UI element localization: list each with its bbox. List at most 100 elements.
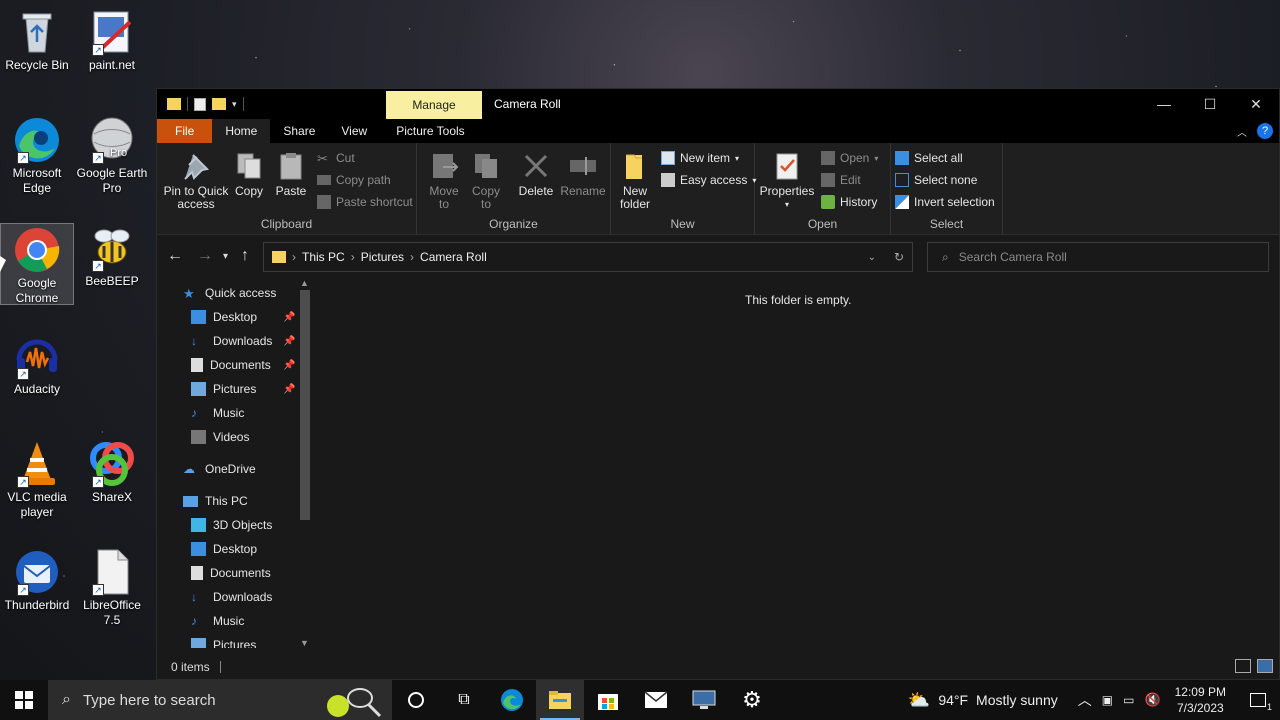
network-icon[interactable]: ▭ [1123, 693, 1134, 707]
recent-locations-chevron-icon[interactable]: ▾ [223, 251, 228, 262]
nav-scrollbar[interactable]: ▲ ▼ [298, 278, 312, 648]
breadcrumb-this-pc[interactable]: This PC [302, 250, 345, 264]
nav-item-pictures[interactable]: Pictures [191, 382, 256, 396]
weather-widget[interactable]: ⛅ 94°F Mostly sunny [908, 690, 1058, 711]
taskbar-microsoft-store[interactable] [584, 680, 632, 720]
tab-file[interactable]: File [157, 119, 213, 143]
desktop-icon-google-chrome[interactable]: Google Chrome [0, 223, 74, 305]
help-icon[interactable]: ? [1257, 123, 1273, 139]
scroll-up-icon[interactable]: ▲ [300, 278, 309, 288]
history-button[interactable]: History [821, 195, 877, 209]
nav-item-pc-desktop[interactable]: Desktop [191, 542, 257, 556]
desktop-icon-google-earth-pro[interactable]: Pro ↗ Google Earth Pro [75, 116, 149, 196]
usb-device-icon[interactable]: ▣ [1102, 693, 1113, 707]
file-list-area[interactable]: This folder is empty. [317, 278, 1277, 648]
taskbar-file-explorer[interactable] [536, 680, 584, 720]
copy-button[interactable]: Copy [231, 151, 267, 198]
properties-qat-icon[interactable] [194, 97, 206, 111]
tab-share[interactable]: Share [270, 119, 328, 143]
new-folder-button[interactable]: New folder [613, 151, 657, 211]
nav-item-this-pc[interactable]: This PC [183, 494, 248, 508]
start-button[interactable] [0, 680, 48, 720]
desktop-icon-paint-net[interactable]: ↗ paint.net [75, 8, 149, 73]
open-button[interactable]: Open ▾ [821, 151, 878, 165]
desktop-icon-microsoft-edge[interactable]: ↗ Microsoft Edge [0, 116, 74, 196]
copy-to-button[interactable]: Copy to [467, 151, 505, 211]
minimize-button[interactable]: — [1141, 89, 1187, 119]
large-icons-view-icon[interactable] [1257, 659, 1273, 673]
nav-item-pc-downloads[interactable]: ↓ Downloads [191, 590, 272, 604]
file-explorer-window[interactable]: ▾ Manage Camera Roll — ☐ ✕ File Home Sha… [156, 88, 1280, 680]
nav-item-3d-objects[interactable]: 3D Objects [191, 518, 272, 532]
forward-arrow-icon[interactable]: → [197, 247, 213, 265]
details-view-icon[interactable] [1235, 659, 1251, 673]
taskbar-settings[interactable]: ⚙ [728, 680, 776, 720]
close-button[interactable]: ✕ [1233, 89, 1279, 119]
breadcrumb-pictures[interactable]: Pictures [361, 250, 404, 264]
search-box[interactable]: ⌕ [927, 242, 1269, 272]
scrollbar-thumb[interactable] [300, 290, 310, 520]
nav-item-videos[interactable]: Videos [191, 430, 249, 444]
desktop-icon-thunderbird[interactable]: ↗ Thunderbird [0, 548, 74, 613]
easy-access-button[interactable]: Easy access ▾ [661, 173, 756, 187]
nav-item-pc-pictures[interactable]: Pictures [191, 638, 256, 648]
search-input[interactable] [958, 250, 1239, 264]
address-dropdown-chevron-icon[interactable]: ⌄ [868, 252, 876, 263]
desktop-icon-libreoffice[interactable]: ↗ LibreOffice 7.5 [75, 548, 149, 628]
collapse-ribbon-chevron-icon[interactable]: ︿ [1237, 124, 1247, 139]
paste-shortcut-button[interactable]: Paste shortcut [317, 195, 413, 209]
cortana-button[interactable] [392, 680, 440, 720]
task-view-button[interactable]: ⧉ [440, 680, 488, 720]
tab-home[interactable]: Home [212, 119, 271, 143]
nav-item-music[interactable]: ♪ Music [191, 406, 244, 420]
nav-item-documents[interactable]: Documents [191, 358, 271, 372]
up-arrow-icon[interactable]: ↑ [241, 247, 249, 265]
desktop-icon-beebeep[interactable]: ↗ BeeBEEP [75, 224, 149, 289]
edit-button[interactable]: Edit [821, 173, 861, 187]
rename-button[interactable]: Rename [559, 151, 607, 198]
desktop-icon-sharex[interactable]: ↗ ShareX [75, 440, 149, 505]
title-bar[interactable]: ▾ Manage Camera Roll — ☐ ✕ [157, 89, 1279, 119]
tab-view[interactable]: View [328, 119, 380, 143]
notification-center-button[interactable]: 1 [1236, 680, 1280, 720]
taskbar-search-box[interactable]: ⌕ Type here to search [48, 680, 392, 720]
nav-item-pc-music[interactable]: ♪ Music [191, 614, 244, 628]
nav-item-onedrive[interactable]: ☁ OneDrive [183, 462, 256, 476]
scroll-down-icon[interactable]: ▼ [300, 638, 309, 648]
show-hidden-icons-chevron-icon[interactable]: ︿ [1078, 690, 1092, 710]
select-all-button[interactable]: Select all [895, 151, 963, 165]
invert-selection-button[interactable]: Invert selection [895, 195, 995, 209]
pin-to-quick-access-button[interactable]: Pin to Quick access [163, 151, 229, 211]
taskbar-edge[interactable] [488, 680, 536, 720]
nav-item-desktop[interactable]: Desktop [191, 310, 257, 324]
pin-icon: 📌 [283, 384, 296, 395]
delete-button[interactable]: Delete [515, 151, 557, 198]
back-arrow-icon[interactable]: ← [167, 247, 183, 265]
new-item-button[interactable]: New item ▾ [661, 151, 739, 165]
copy-path-button[interactable]: Copy path [317, 173, 391, 187]
nav-item-quick-access[interactable]: ★ Quick access [183, 286, 276, 301]
desktop-icon-audacity[interactable]: ↗ Audacity [0, 332, 74, 397]
desktop-icon-vlc[interactable]: ↗ VLC media player [0, 440, 74, 520]
breadcrumb-camera-roll[interactable]: Camera Roll [420, 250, 487, 264]
tab-picture-tools[interactable]: Picture Tools [380, 119, 480, 143]
move-to-button[interactable]: Move to [425, 151, 463, 211]
cut-button[interactable]: ✂ Cut [317, 151, 355, 166]
refresh-icon[interactable]: ↻ [894, 250, 904, 264]
address-bar[interactable]: › This PC › Pictures › Camera Roll ⌄ ↻ [263, 242, 913, 272]
nav-item-downloads[interactable]: ↓ Downloads [191, 334, 272, 348]
properties-button[interactable]: Properties ▾ [759, 151, 815, 211]
customize-qat-chevron-icon[interactable]: ▾ [232, 99, 237, 110]
tab-manage[interactable]: Manage [386, 91, 482, 119]
maximize-button[interactable]: ☐ [1187, 89, 1233, 119]
select-none-button[interactable]: Select none [895, 173, 977, 187]
nav-item-pc-documents[interactable]: Documents [191, 566, 271, 580]
volume-muted-icon[interactable]: 🔇 [1144, 692, 1160, 708]
taskbar-remote-desktop[interactable] [680, 680, 728, 720]
new-folder-qat-icon[interactable] [212, 98, 226, 110]
clock[interactable]: 12:09 PM 7/3/2023 [1175, 684, 1226, 716]
taskbar-mail[interactable] [632, 680, 680, 720]
paste-button[interactable]: Paste [273, 151, 309, 198]
button-label: Invert selection [914, 195, 995, 209]
desktop-icon-recycle-bin[interactable]: Recycle Bin [0, 8, 74, 73]
